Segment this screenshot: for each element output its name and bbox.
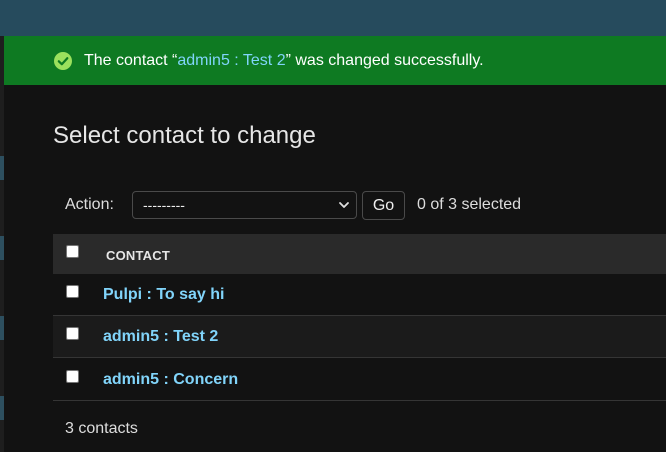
check-circle-icon — [54, 52, 72, 70]
actions-bar: Action: --------- Go 0 of 3 selected — [53, 186, 666, 226]
table-row: admin5 : Concern — [53, 359, 666, 401]
table-header: CONTACT — [53, 234, 666, 274]
contact-link[interactable]: admin5 : Concern — [103, 371, 238, 389]
message-suffix: ” was changed successfully. — [285, 52, 484, 69]
selected-count: 0 of 3 selected — [417, 196, 522, 213]
select-all-checkbox[interactable] — [66, 245, 79, 258]
page-title: Select contact to change — [53, 122, 316, 149]
row-checkbox[interactable] — [66, 327, 79, 340]
sidebar-segment — [0, 316, 4, 340]
sidebar-segment — [0, 156, 4, 180]
success-message-text: The contact “admin5 : Test 2” was change… — [84, 36, 484, 85]
action-select-value: --------- — [143, 197, 185, 213]
changed-contact-link[interactable]: admin5 : Test 2 — [177, 52, 285, 69]
contact-link[interactable]: admin5 : Test 2 — [103, 328, 218, 346]
chevron-down-icon — [339, 202, 349, 208]
sidebar-segment — [0, 396, 4, 420]
success-message: The contact “admin5 : Test 2” was change… — [4, 36, 666, 85]
header-bar — [0, 0, 666, 36]
action-label: Action: — [65, 196, 114, 213]
table-row: admin5 : Test 2 — [53, 316, 666, 358]
table-row: Pulpi : To say hi — [53, 274, 666, 316]
action-select[interactable]: --------- — [132, 191, 357, 219]
go-button[interactable]: Go — [362, 191, 405, 220]
message-prefix: The contact “ — [84, 52, 178, 69]
sidebar-segment — [0, 236, 4, 260]
result-count: 3 contacts — [65, 420, 138, 437]
sidebar-collapsed — [0, 36, 4, 452]
contact-link[interactable]: Pulpi : To say hi — [103, 286, 225, 304]
column-header-contact[interactable]: CONTACT — [106, 248, 170, 263]
row-checkbox[interactable] — [66, 370, 79, 383]
row-checkbox[interactable] — [66, 285, 79, 298]
